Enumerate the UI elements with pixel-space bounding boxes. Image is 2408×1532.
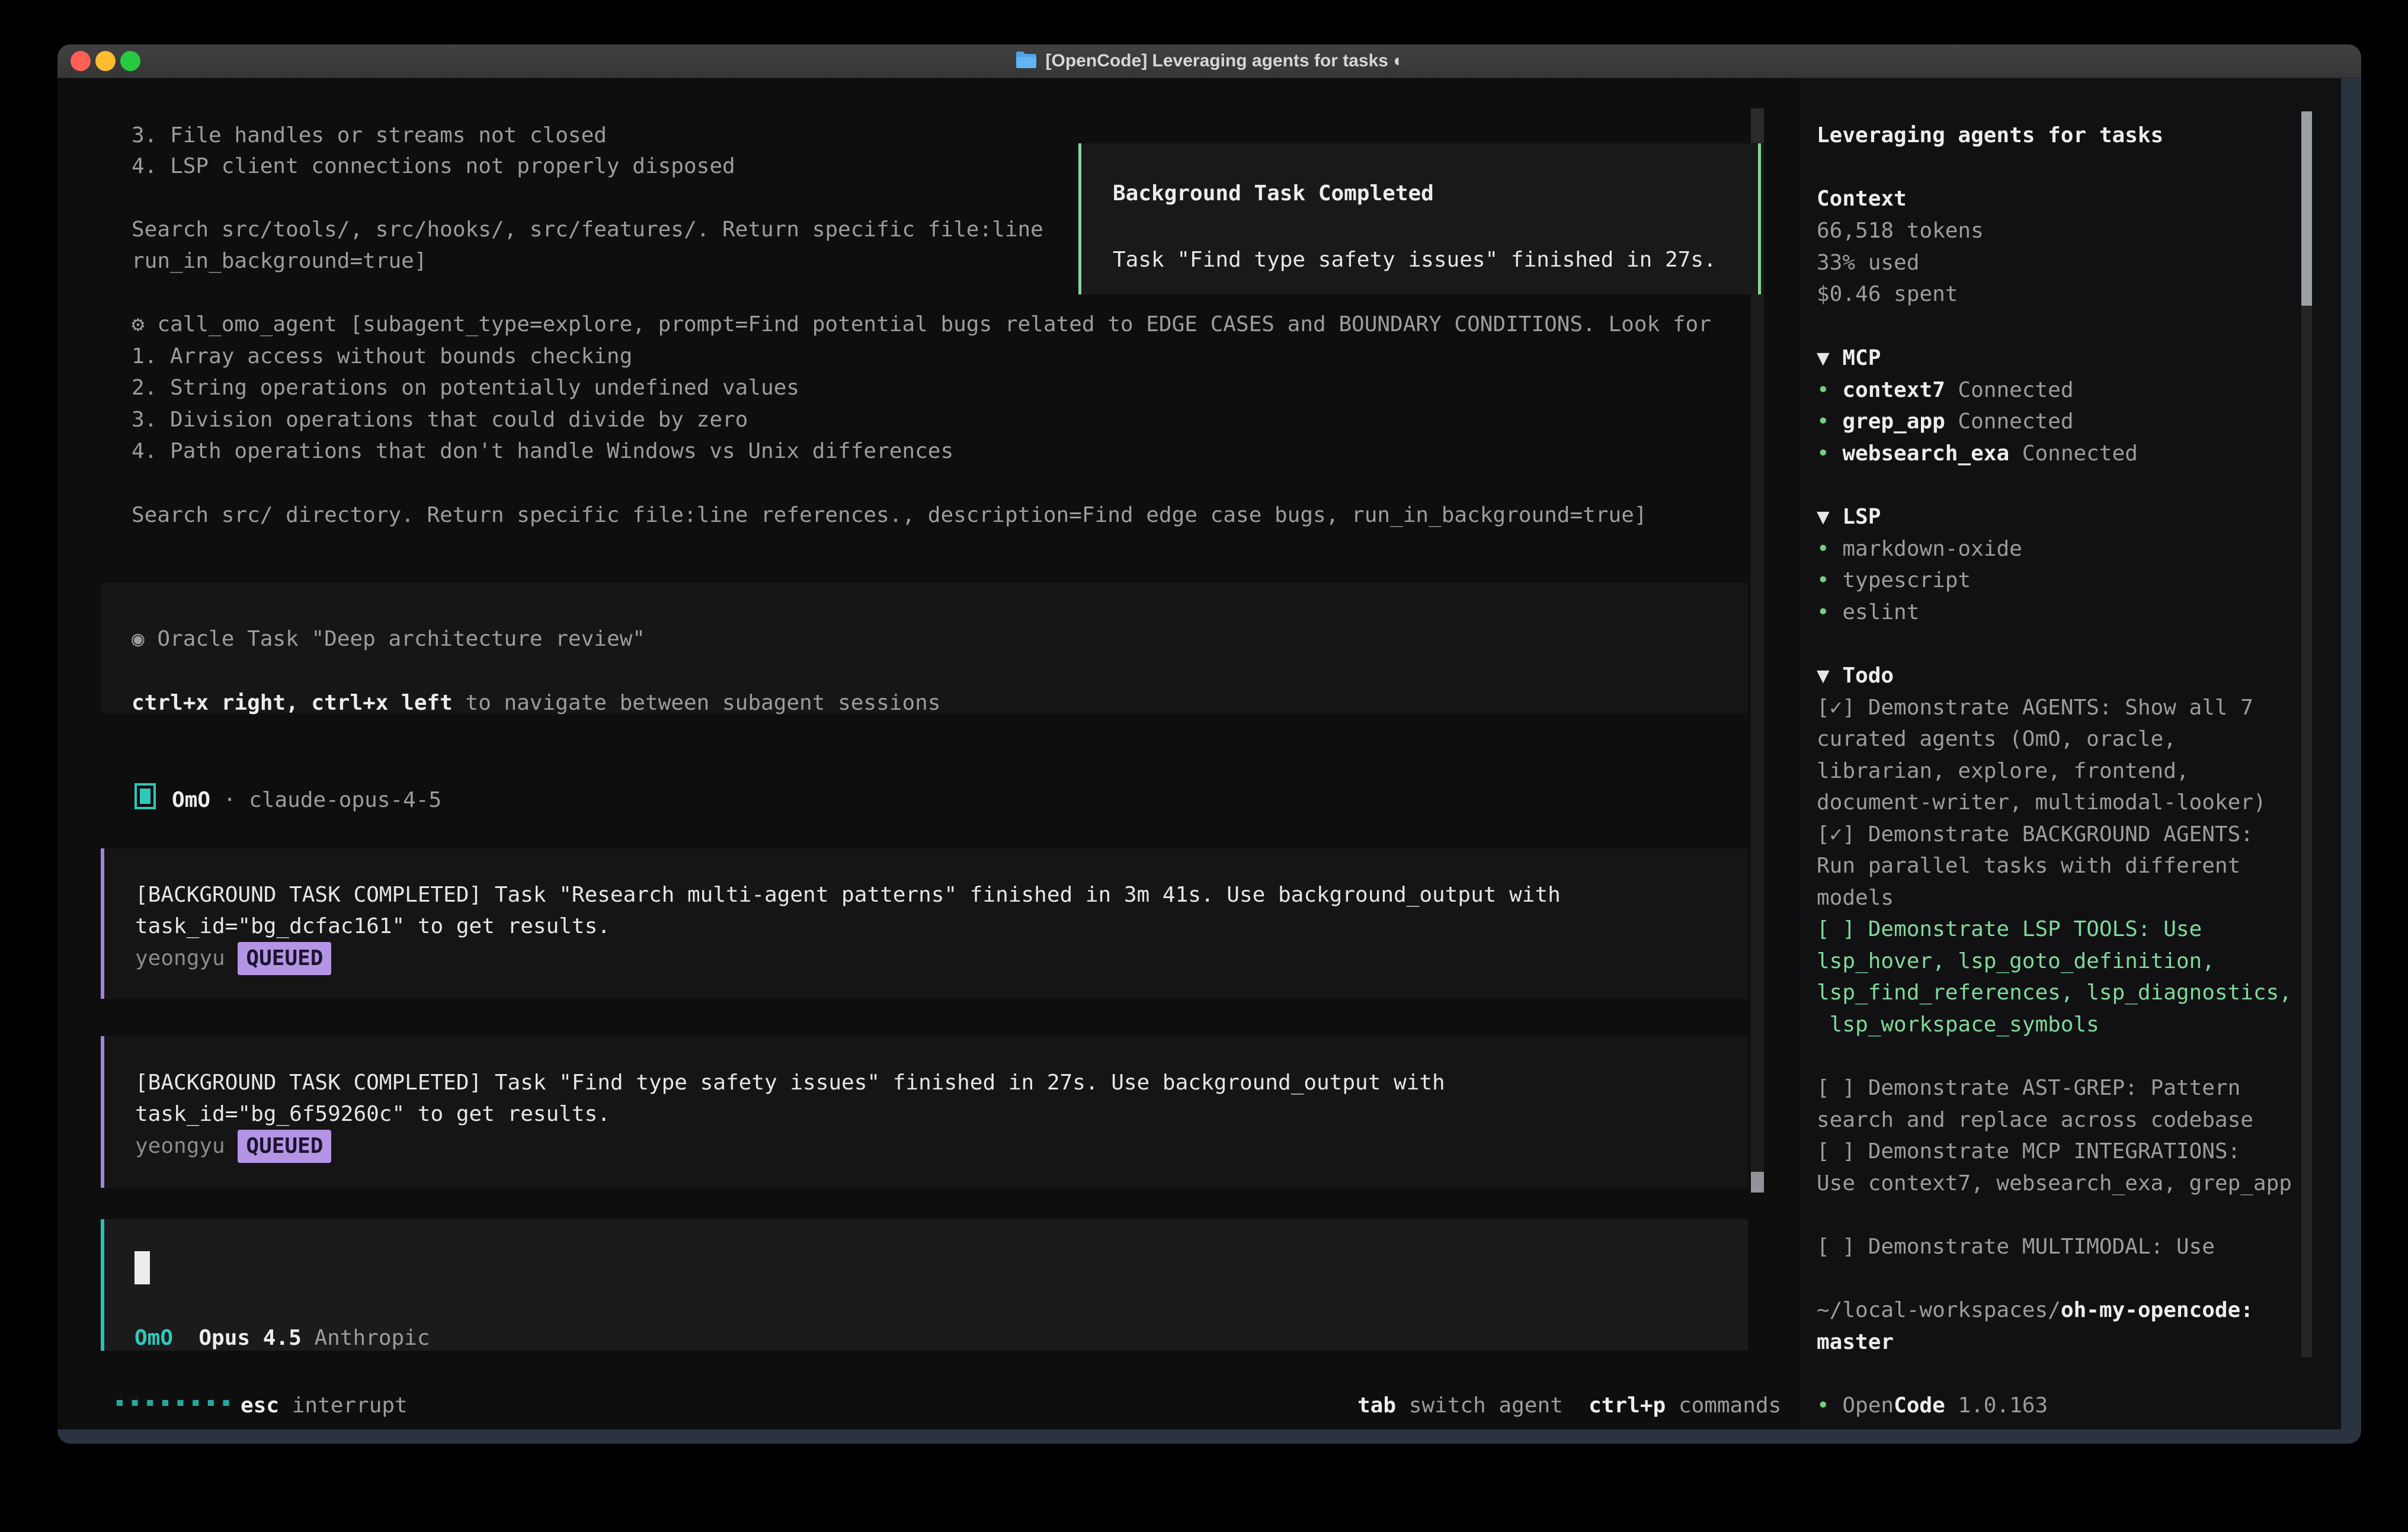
todo-line: [✓] Demonstrate BACKGROUND AGENTS:	[1817, 819, 2253, 851]
statusbar-left: esc interrupt	[241, 1390, 408, 1422]
keyboard-shortcut: ctrl+x right, ctrl+x left	[132, 691, 453, 715]
chevron-down-icon: ▼	[1817, 505, 1842, 529]
workspace-path: ~/local-workspaces/oh-my-opencode:	[1817, 1294, 2253, 1326]
todo-line: Use context7, websearch_exa, grep_app	[1817, 1168, 2292, 1200]
author-name: yeongyu	[135, 946, 238, 970]
agent-icon	[135, 783, 156, 809]
agent-icon-fill	[140, 789, 150, 804]
history-line: 3. File handles or streams not closed	[132, 120, 607, 152]
bullet-icon: •	[1817, 378, 1842, 402]
history-line: 4. LSP client connections not properly d…	[132, 150, 735, 182]
message-meta: yeongyu QUEUED	[135, 1130, 331, 1163]
history-line: run_in_background=true]	[132, 245, 427, 277]
todo-line-active: lsp_hover, lsp_goto_definition,	[1817, 946, 2215, 977]
history-line: Search src/tools/, src/hooks/, src/featu…	[132, 214, 1043, 246]
window-bottom-edge	[57, 1430, 2361, 1444]
todo-line: [✓] Demonstrate AGENTS: Show all 7	[1817, 692, 2253, 724]
agent-header: OmO · claude-opus-4-5	[172, 784, 441, 816]
context-used: 33% used	[1817, 247, 1919, 279]
record-icon: ◉	[132, 627, 157, 651]
todo-line-active: lsp_find_references, lsp_diagnostics,	[1817, 977, 2292, 1009]
message-text: task_id="bg_6f59260c" to get results.	[135, 1098, 610, 1130]
todo-line: search and replace across codebase	[1817, 1104, 2253, 1136]
sidebar-scrollbar-thumb[interactable]	[2301, 111, 2312, 306]
esc-key-hint: esc	[241, 1393, 279, 1418]
message-text: task_id="bg_dcfac161" to get results.	[135, 911, 610, 943]
input-provider-name: Anthropic	[302, 1326, 430, 1350]
message-text: [BACKGROUND TASK COMPLETED] Task "Resear…	[135, 879, 1561, 911]
input-agent-name: OmO	[135, 1326, 173, 1350]
brand-name: Code	[1894, 1393, 1945, 1418]
todo-line-active: [ ] Demonstrate LSP TOOLS: Use	[1817, 914, 2202, 946]
status-badge: QUEUED	[238, 942, 331, 975]
message-text: [BACKGROUND TASK COMPLETED] Task "Find t…	[135, 1067, 1445, 1099]
version-number: 1.0.163	[1945, 1393, 2048, 1418]
spinner-dots: ▪▪▪▪▪▪▪▪	[115, 1393, 236, 1411]
app-version-line: • OpenCode 1.0.163	[1817, 1390, 2048, 1422]
section-header-mcp[interactable]: ▼ MCP	[1817, 342, 1881, 374]
status-badge: QUEUED	[238, 1130, 331, 1163]
section-header-lsp[interactable]: ▼ LSP	[1817, 501, 1881, 533]
main-scrollbar-thumb[interactable]	[1751, 1172, 1764, 1193]
todo-line: [ ] Demonstrate MCP INTEGRATIONS:	[1817, 1136, 2240, 1168]
input-model-line: OmO Opus 4.5 Anthropic	[135, 1322, 430, 1354]
toast-title: Background Task Completed	[1113, 178, 1434, 210]
gear-icon: ⚙	[132, 312, 157, 336]
titlebar-content: [OpenCode] Leveraging agents for tasks ◐	[57, 44, 2361, 78]
mcp-item: • websearch_exa Connected	[1817, 438, 2138, 470]
tool-call-item: 1. Array access without bounds checking	[132, 341, 632, 373]
todo-line: librarian, explore, frontend,	[1817, 755, 2189, 787]
bullet-icon: •	[1817, 568, 1842, 592]
main-scrollbar-top-segment	[1751, 108, 1764, 143]
lsp-item: • typescript	[1817, 565, 1971, 597]
todo-line: models	[1817, 882, 1894, 914]
context-heading: Context	[1817, 183, 1907, 215]
statusbar-right: tab switch agent ctrl+p commands	[1357, 1390, 1781, 1422]
window-right-edge	[2341, 78, 2361, 1430]
tool-call-header: ⚙ call_omo_agent [subagent_type=explore,…	[132, 309, 1725, 341]
context-spent: $0.46 spent	[1817, 278, 1958, 310]
tab-key-hint: tab	[1357, 1393, 1396, 1418]
input-model-name: Opus 4.5	[173, 1326, 302, 1350]
section-header-todo[interactable]: ▼ Todo	[1817, 660, 1894, 692]
mcp-item: • grep_app Connected	[1817, 406, 2074, 438]
agent-name: OmO	[172, 788, 210, 812]
repo-name: oh-my-opencode:	[2061, 1298, 2253, 1322]
chevron-down-icon: ▼	[1817, 664, 1842, 688]
tool-call-item: 3. Division operations that could divide…	[132, 404, 748, 436]
bullet-icon: •	[1817, 441, 1842, 466]
text-cursor	[135, 1251, 150, 1284]
folder-icon	[1015, 51, 1038, 71]
author-name: yeongyu	[135, 1134, 238, 1158]
ctrlp-key-hint: ctrl+p	[1589, 1393, 1666, 1418]
toast-body: Task "Find type safety issues" finished …	[1113, 244, 1717, 276]
oracle-task-hint: ctrl+x right, ctrl+x left to navigate be…	[132, 687, 940, 719]
todo-line: [ ] Demonstrate MULTIMODAL: Use	[1817, 1231, 2215, 1263]
agent-model: claude-opus-4-5	[249, 788, 441, 812]
tool-call-item: 2. String operations on potentially unde…	[132, 372, 799, 404]
session-title: Leveraging agents for tasks	[1817, 120, 2163, 152]
todo-line: Run parallel tasks with different	[1817, 850, 2240, 882]
lsp-item: • markdown-oxide	[1817, 533, 2022, 565]
lsp-item: • eslint	[1817, 597, 1919, 629]
todo-line-active: lsp_workspace_symbols	[1817, 1009, 2099, 1041]
bullet-icon: •	[1817, 600, 1842, 624]
message-meta: yeongyu QUEUED	[135, 942, 331, 975]
bullet-icon: •	[1817, 409, 1842, 434]
bullet-icon: •	[1817, 537, 1842, 561]
git-branch: master	[1817, 1326, 1894, 1358]
bullet-icon: •	[1817, 1393, 1842, 1418]
tool-call-item: 4. Path operations that don't handle Win…	[132, 435, 953, 467]
window-title: [OpenCode] Leveraging agents for tasks ◐	[1046, 51, 1404, 71]
todo-line: [ ] Demonstrate AST-GREP: Pattern	[1817, 1072, 2240, 1104]
mcp-item: • context7 Connected	[1817, 374, 2074, 406]
context-tokens: 66,518 tokens	[1817, 215, 1984, 247]
tool-call-footer: Search src/ directory. Return specific f…	[132, 499, 1647, 531]
chevron-down-icon: ▼	[1817, 346, 1842, 370]
todo-line: document-writer, multimodal-looker)	[1817, 787, 2266, 819]
todo-line: curated agents (OmO, oracle,	[1817, 723, 2176, 755]
oracle-task-title: ◉ Oracle Task "Deep architecture review"	[132, 623, 645, 655]
